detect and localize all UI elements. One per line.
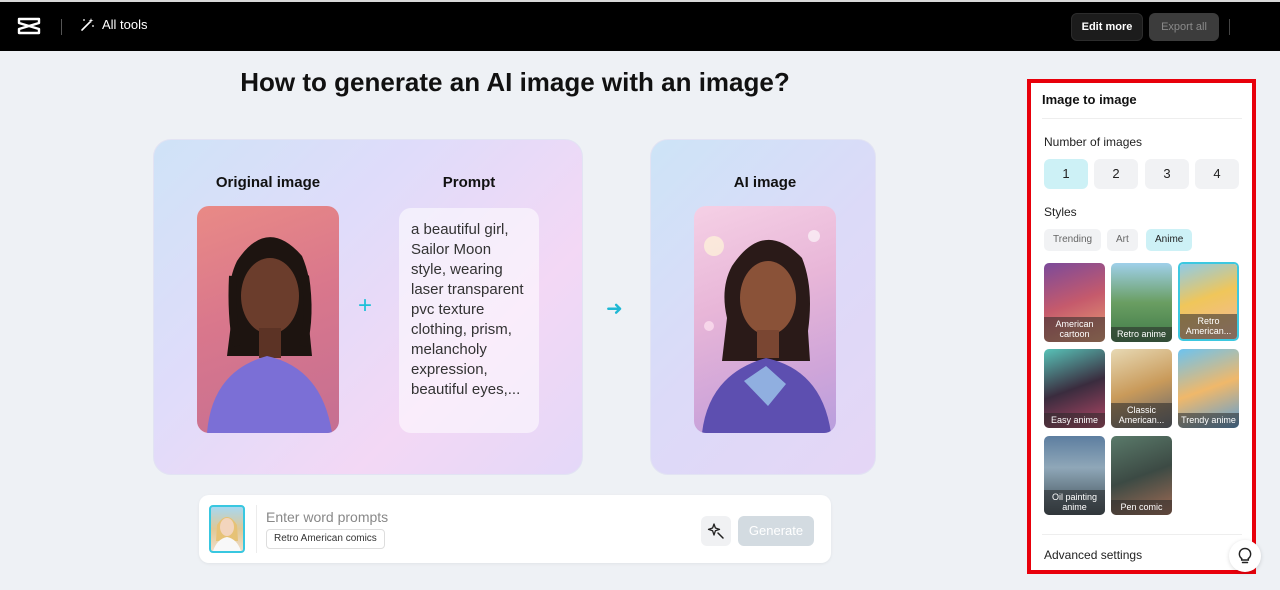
original-image xyxy=(197,206,339,433)
example-output-card: AI image xyxy=(650,139,876,475)
number-option-1[interactable]: 1 xyxy=(1044,159,1088,189)
advanced-divider xyxy=(1042,534,1242,535)
style-label: Classic American... xyxy=(1111,403,1172,428)
style-label: Easy anime xyxy=(1044,413,1105,428)
anime-portrait-illustration xyxy=(702,230,831,433)
prompt-input-bar: Enter word prompts Retro American comics… xyxy=(199,495,831,563)
style-label: American cartoon xyxy=(1044,317,1105,342)
plus-icon: + xyxy=(358,292,373,319)
prompt-input[interactable]: Enter word prompts xyxy=(266,509,388,525)
magic-wand-icon xyxy=(81,18,94,31)
style-trendy-anime[interactable]: Trendy anime xyxy=(1178,349,1239,428)
portrait-illustration xyxy=(207,237,332,433)
selected-style-chip[interactable]: Retro American comics xyxy=(266,529,385,549)
image-to-image-panel: Image to image Number of images 1 2 3 4 … xyxy=(1031,83,1252,570)
style-retro-american-comics[interactable]: Retro American... xyxy=(1178,262,1239,341)
style-easy-anime[interactable]: Easy anime xyxy=(1044,349,1105,428)
original-image-label: Original image xyxy=(215,174,321,191)
styles-label: Styles xyxy=(1044,205,1077,219)
number-option-3[interactable]: 3 xyxy=(1145,159,1189,189)
style-oil-painting-anime[interactable]: Oil painting anime xyxy=(1044,436,1105,515)
prompt-label: Prompt xyxy=(442,174,496,191)
topbar-divider-right xyxy=(1229,19,1230,35)
number-option-2[interactable]: 2 xyxy=(1094,159,1138,189)
topbar-divider xyxy=(61,19,62,35)
tab-trending[interactable]: Trending xyxy=(1044,229,1102,251)
style-label: Retro American... xyxy=(1180,314,1237,339)
tab-art[interactable]: Art xyxy=(1107,229,1138,251)
tips-button[interactable] xyxy=(1229,540,1261,572)
arrow-right-icon: ➜ xyxy=(606,298,623,320)
ai-image-label: AI image xyxy=(733,174,797,191)
edit-more-button[interactable]: Edit more xyxy=(1071,13,1143,41)
style-label: Retro anime xyxy=(1111,327,1172,342)
inspire-button[interactable] xyxy=(701,516,731,546)
style-retro-anime[interactable]: Retro anime xyxy=(1111,263,1172,342)
export-all-button[interactable]: Export all xyxy=(1149,13,1219,41)
ai-image xyxy=(694,206,836,433)
page-title: How to generate an AI image with an imag… xyxy=(240,67,790,97)
all-tools-label: All tools xyxy=(102,17,148,32)
style-classic-american[interactable]: Classic American... xyxy=(1111,349,1172,428)
advanced-settings-toggle[interactable]: Advanced settings xyxy=(1044,548,1142,562)
top-bar: All tools Edit more Export all xyxy=(0,0,1280,51)
panel-title: Image to image xyxy=(1042,92,1137,107)
generate-button[interactable]: Generate xyxy=(738,516,814,546)
all-tools-button[interactable]: All tools xyxy=(80,17,148,32)
input-divider xyxy=(256,505,257,553)
panel-divider xyxy=(1042,118,1242,119)
style-label: Trendy anime xyxy=(1178,413,1239,428)
style-pen-comic[interactable]: Pen comic xyxy=(1111,436,1172,515)
style-american-cartoon[interactable]: American cartoon xyxy=(1044,263,1105,342)
style-label: Oil painting anime xyxy=(1044,490,1105,515)
reference-portrait xyxy=(213,517,241,551)
number-of-images-label: Number of images xyxy=(1044,135,1143,149)
reference-image-thumbnail[interactable] xyxy=(209,505,245,553)
style-label: Pen comic xyxy=(1111,500,1172,515)
capcut-logo-icon[interactable] xyxy=(17,16,41,36)
lightbulb-icon xyxy=(1238,547,1252,564)
example-input-card: Original image Prompt + a beautiful girl… xyxy=(153,139,583,475)
sparkle-wand-icon xyxy=(707,523,724,539)
number-option-4[interactable]: 4 xyxy=(1195,159,1239,189)
tab-anime[interactable]: Anime xyxy=(1146,229,1193,251)
prompt-text: a beautiful girl, Sailor Moon style, wea… xyxy=(399,208,539,433)
